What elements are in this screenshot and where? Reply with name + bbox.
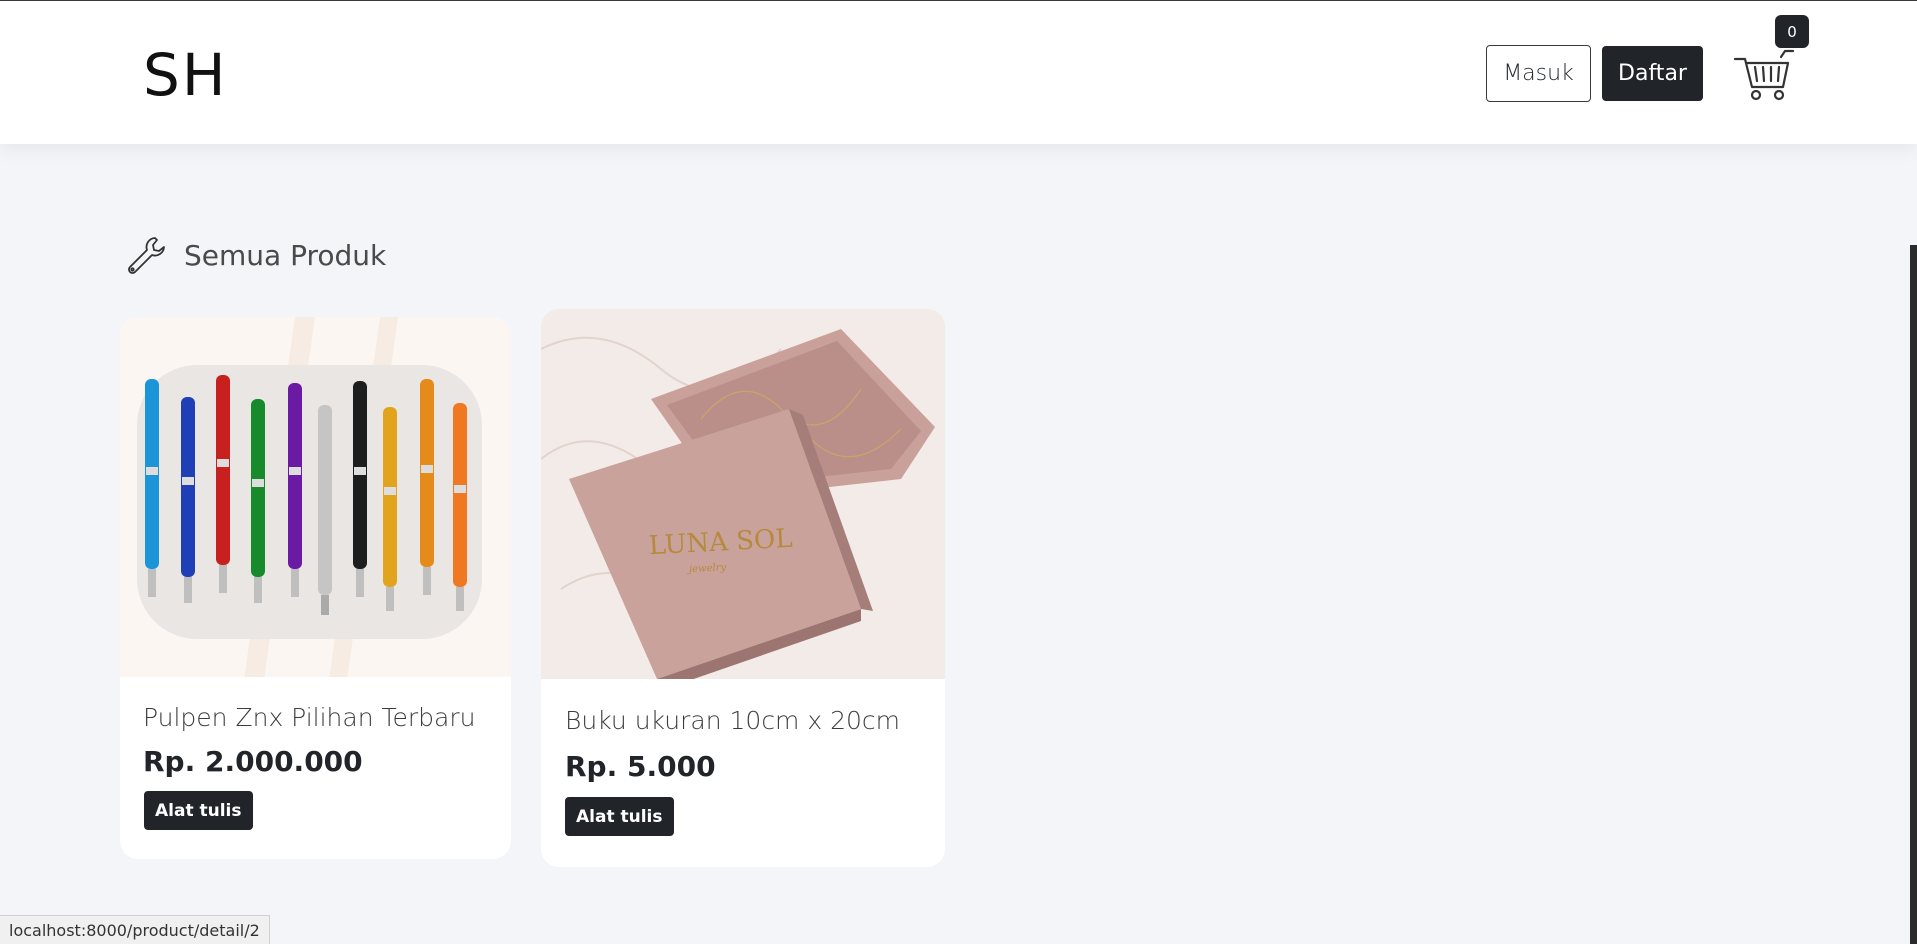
product-image[interactable]: LUNA SOL jewelry	[541, 309, 945, 691]
product-image[interactable]	[120, 317, 511, 677]
browser-status-url: localhost:8000/product/detail/2	[0, 915, 270, 944]
section-title: Semua Produk	[184, 238, 387, 272]
navbar: SH Masuk Daftar	[0, 1, 1917, 144]
brand-logo[interactable]: SH	[143, 41, 227, 109]
login-button[interactable]: Masuk	[1486, 45, 1591, 102]
product-card[interactable]: Pulpen Znx Pilihan Terbaru Rp. 2.000.000…	[120, 317, 511, 859]
box-brand-subtext: jewelry	[687, 562, 727, 575]
cart-icon[interactable]	[1733, 47, 1795, 103]
register-button[interactable]: Daftar	[1602, 46, 1703, 101]
product-price: Rp. 5.000	[565, 750, 716, 783]
product-price: Rp. 2.000.000	[143, 745, 363, 778]
product-name[interactable]: Pulpen Znx Pilihan Terbaru	[143, 703, 476, 732]
cart-count-badge: 0	[1775, 15, 1809, 48]
product-category-badge: Alat tulis	[144, 791, 253, 830]
product-category-badge: Alat tulis	[565, 797, 674, 836]
wrench-icon	[128, 237, 165, 274]
product-card[interactable]: LUNA SOL jewelry Buku ukuran 10cm x 20cm…	[541, 309, 945, 867]
product-name[interactable]: Buku ukuran 10cm x 20cm	[565, 706, 900, 735]
section-heading: Semua Produk	[125, 232, 386, 278]
page-scrollbar[interactable]	[1910, 245, 1917, 944]
